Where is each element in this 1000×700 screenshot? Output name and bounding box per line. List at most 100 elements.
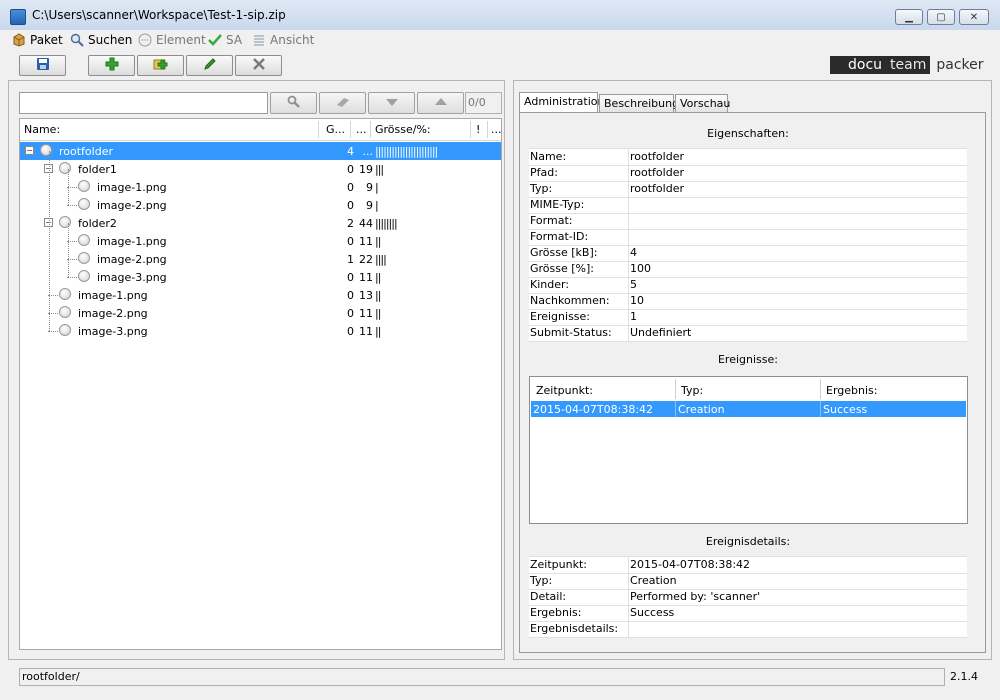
tree-item-label: image-1.png xyxy=(97,181,167,194)
node-icon xyxy=(59,288,71,300)
package-icon xyxy=(12,33,26,47)
arrow-down-icon xyxy=(385,97,399,110)
tree-item-g: 1 xyxy=(347,253,354,266)
tree-item-n: 44 xyxy=(359,217,373,230)
menu-paket[interactable]: Paket xyxy=(12,32,63,48)
docuteam-logo: docu team packer xyxy=(830,56,984,74)
menu-sa[interactable]: SA xyxy=(208,32,242,48)
events-column-result[interactable]: Ergebnis: xyxy=(821,379,966,399)
column-name[interactable]: Name: xyxy=(24,123,60,136)
column-size[interactable]: Grösse/%: xyxy=(375,123,431,136)
tree-file-row[interactable]: image-2.png 0 11 || xyxy=(20,304,501,322)
table-row[interactable]: 2015-04-07T08:38:42 Creation Success xyxy=(531,401,966,417)
tree-item-g: 0 xyxy=(347,163,354,176)
property-value: 4 xyxy=(630,246,637,259)
size-bar: | xyxy=(375,181,379,194)
previous-result-button[interactable] xyxy=(417,92,464,114)
tree-item-n: 11 xyxy=(359,307,373,320)
tree-file-row[interactable]: image-2.png 0 9 | xyxy=(20,196,501,214)
logo-part-docu: docu xyxy=(830,56,887,74)
tree-folder-row[interactable]: − folder1 0 19 ||| xyxy=(20,160,501,178)
node-icon xyxy=(59,324,71,336)
minimize-button[interactable]: ▁ xyxy=(895,9,923,25)
tab-administration[interactable]: Administration xyxy=(519,92,605,113)
event-time: 2015-04-07T08:38:42 xyxy=(533,403,654,416)
menu-element[interactable]: Element xyxy=(138,32,206,48)
save-button[interactable] xyxy=(19,55,66,76)
events-column-type[interactable]: Typ: xyxy=(676,379,821,399)
eraser-icon xyxy=(335,96,351,111)
property-row: Grösse [%]: 100 xyxy=(529,261,967,278)
tree-item-label: image-3.png xyxy=(97,271,167,284)
add-button[interactable] xyxy=(88,55,135,76)
detail-row: Ergebnis: Success xyxy=(529,605,967,622)
column-g[interactable]: G... xyxy=(326,123,345,136)
search-input[interactable] xyxy=(19,92,268,114)
tree-file-row[interactable]: image-1.png 0 11 || xyxy=(20,232,501,250)
menu-suchen[interactable]: Suchen xyxy=(70,32,132,48)
logo-part-team: team xyxy=(886,56,931,74)
status-path: rootfolder/ xyxy=(19,668,945,686)
tree-item-label: image-1.png xyxy=(97,235,167,248)
tree-file-row[interactable]: image-3.png 0 11 || xyxy=(20,268,501,286)
menu-bar: Paket Suchen Element SA Ansicht xyxy=(0,30,1000,49)
column-more[interactable]: ... xyxy=(491,123,502,136)
next-result-button[interactable] xyxy=(368,92,415,114)
tab-beschreibung[interactable]: Beschreibung xyxy=(599,94,679,112)
events-column-time[interactable]: Zeitpunkt: xyxy=(531,379,676,399)
delete-button[interactable] xyxy=(235,55,282,76)
size-bar: ||| xyxy=(375,163,384,176)
tree-file-row[interactable]: image-2.png 1 22 |||| xyxy=(20,250,501,268)
node-icon xyxy=(78,270,90,282)
property-row: Format: xyxy=(529,213,967,230)
property-value: 5 xyxy=(630,278,637,291)
column-n[interactable]: ... xyxy=(356,123,367,136)
event-details-table: Zeitpunkt: 2015-04-07T08:38:42 Typ: Creatio… xyxy=(529,556,967,638)
tree-item-n: 11 xyxy=(359,271,373,284)
property-value: Performed by: 'scanner' xyxy=(630,590,761,603)
node-icon xyxy=(78,252,90,264)
clear-search-button[interactable] xyxy=(319,92,366,114)
maximize-button[interactable]: ▢ xyxy=(927,9,955,25)
tree-file-row[interactable]: image-1.png 0 13 || xyxy=(20,286,501,304)
event-details-title: Ereignisdetails: xyxy=(705,535,791,548)
file-tree[interactable]: Name: G... ... Grösse/%: ! ... − rootfold… xyxy=(19,118,502,650)
tree-item-label: image-2.png xyxy=(78,307,148,320)
add-folder-button[interactable] xyxy=(137,55,184,76)
tree-item-n: 22 xyxy=(359,253,373,266)
size-bar: || xyxy=(375,325,382,338)
tree-file-row[interactable]: image-1.png 0 9 | xyxy=(20,178,501,196)
property-value: 2015-04-07T08:38:42 xyxy=(630,558,751,571)
menu-element-label: Element xyxy=(156,33,206,47)
tree-folder-row[interactable]: − rootfolder 4... ||||||||||||||||||||||| xyxy=(20,142,501,160)
search-icon xyxy=(70,33,84,47)
column-warning[interactable]: ! xyxy=(476,123,480,136)
add-folder-icon xyxy=(153,57,169,74)
save-icon xyxy=(36,57,50,74)
tree-file-row[interactable]: image-3.png 0 11 || xyxy=(20,322,501,340)
property-row: Format-ID: xyxy=(529,229,967,246)
tree-item-n: 9 xyxy=(366,181,373,194)
menu-ansicht[interactable]: Ansicht xyxy=(252,32,314,48)
tab-vorschau[interactable]: Vorschau xyxy=(675,94,730,112)
events-table[interactable]: Zeitpunkt: Typ: Ergebnis: 2015-04-07T08:… xyxy=(529,376,968,524)
node-icon xyxy=(78,180,90,192)
property-row: Nachkommen: 10 xyxy=(529,293,967,310)
tree-item-n: 9 xyxy=(366,199,373,212)
property-key: Kinder: xyxy=(530,278,570,291)
tree-header: Name: G... ... Grösse/%: ! ... xyxy=(20,119,502,141)
search-button[interactable] xyxy=(270,92,317,114)
app-icon xyxy=(10,9,26,25)
tree-folder-row[interactable]: − folder2 2 44 |||||||| xyxy=(20,214,501,232)
arrow-up-icon xyxy=(434,97,448,110)
property-value: rootfolder xyxy=(630,166,684,179)
close-button[interactable]: ✕ xyxy=(959,9,989,25)
property-value: 1 xyxy=(630,310,637,323)
detail-row: Ergebnisdetails: xyxy=(529,621,967,638)
search-result-counter: 0/0 xyxy=(465,92,502,114)
property-row: Ereignisse: 1 xyxy=(529,309,967,326)
edit-button[interactable] xyxy=(186,55,233,76)
size-bar: || xyxy=(375,235,382,248)
collapse-toggle[interactable]: − xyxy=(25,146,34,155)
tree-item-g: 4 xyxy=(347,145,354,158)
